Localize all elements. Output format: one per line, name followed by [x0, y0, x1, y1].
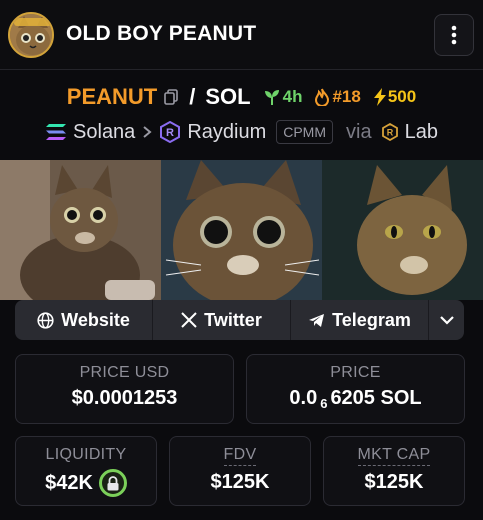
token-header: OLD BOY PEANUT [0, 0, 483, 70]
price-usd-value: $0.0001253 [71, 387, 178, 409]
more-menu-button[interactable] [434, 14, 474, 56]
dex-name[interactable]: Raydium [187, 121, 266, 144]
globe-icon [37, 311, 54, 329]
chevron-right-icon [143, 126, 152, 138]
kebab-menu-icon [451, 25, 457, 45]
svg-text:R: R [166, 127, 174, 139]
liquidity-card: LIQUIDITY $42K [15, 436, 157, 506]
market-cap-card: MKT CAP $125K [323, 436, 465, 506]
price-zero-count: 6 [320, 396, 328, 411]
website-button[interactable]: Website [15, 300, 153, 340]
price-usd-card: PRICE USD $0.0001253 [15, 354, 234, 424]
token-banner [0, 160, 483, 300]
pair-age: 4h [263, 87, 303, 107]
chain-name[interactable]: Solana [73, 121, 135, 144]
telegram-button[interactable]: Telegram [291, 300, 429, 340]
quote-symbol: SOL [205, 84, 251, 109]
liquidity-value-row: $42K [16, 469, 156, 497]
website-label: Website [61, 309, 130, 330]
price-native-value: 0.0 6 6205 SOL [247, 387, 464, 411]
flame-icon [315, 88, 330, 106]
price-digits: 6205 SOL [330, 387, 422, 409]
cat-avatar-icon [8, 12, 54, 58]
trending-rank[interactable]: #18 [314, 87, 361, 107]
banner-cat-image-2 [161, 160, 322, 300]
x-logo-icon [181, 312, 197, 328]
launchpad-icon: R [381, 123, 398, 141]
boost-count-value: 500 [387, 87, 417, 106]
price-native-card: PRICE 0.0 6 6205 SOL [246, 354, 465, 424]
liquidity-value: $42K [45, 471, 93, 494]
via-label: via [346, 120, 372, 143]
fdv-label[interactable]: FDV [223, 446, 257, 466]
boost-count[interactable]: 500 [373, 87, 416, 107]
banner-cat-image-3 [322, 160, 483, 300]
price-prefix: 0.0 [289, 387, 318, 409]
price-usd-label: PRICE USD [79, 364, 170, 381]
market-cap-value: $125K [364, 471, 424, 493]
more-links-button[interactable] [429, 300, 464, 340]
fdv-card: FDV $125K [169, 436, 311, 506]
banner-cat-image-1 [0, 160, 161, 300]
twitter-button[interactable]: Twitter [153, 300, 291, 340]
launchpad-name[interactable]: Lab [405, 121, 438, 144]
lightning-icon [373, 88, 386, 106]
pair-age-value: 4h [282, 87, 303, 106]
telegram-icon [309, 313, 325, 327]
token-name: OLD BOY PEANUT [66, 22, 257, 45]
price-native-label: PRICE [330, 364, 381, 381]
base-symbol: PEANUT [66, 84, 158, 109]
liquidity-label: LIQUIDITY [45, 446, 127, 463]
social-links-bar: Website Twitter Telegram [15, 300, 464, 340]
pair-separator: / [189, 84, 196, 109]
pool-type-badge: CPMM [276, 120, 334, 144]
market-cap-label[interactable]: MKT CAP [357, 446, 431, 466]
svg-text:R: R [386, 128, 393, 138]
telegram-label: Telegram [332, 309, 411, 330]
lock-icon[interactable] [98, 469, 127, 497]
copy-icon[interactable] [163, 89, 179, 105]
raydium-icon: R [160, 121, 181, 143]
fdv-value: $125K [210, 471, 270, 493]
solana-icon [46, 124, 67, 140]
trending-rank-value: #18 [332, 87, 361, 106]
twitter-label: Twitter [204, 309, 262, 330]
chevron-down-icon [439, 316, 454, 325]
sprout-icon [264, 90, 279, 105]
pair-row: PEANUT / SOL 4h #18 500 [0, 82, 483, 112]
chain-row: Solana R Raydium CPMM via R Lab [0, 118, 483, 146]
